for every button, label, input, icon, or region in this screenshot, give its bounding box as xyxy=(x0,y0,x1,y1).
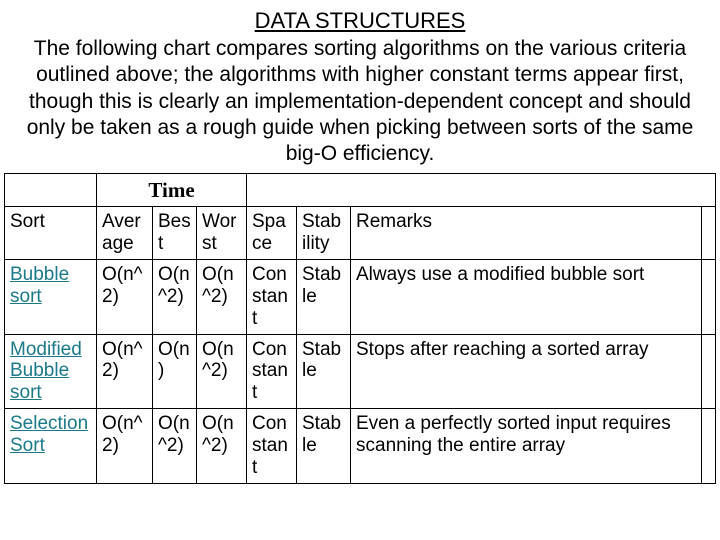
bubble-sort-link[interactable]: Bubble sort xyxy=(10,264,69,307)
best-cell: O(n^2) xyxy=(153,260,197,335)
stability-cell: Stable xyxy=(297,409,351,484)
modified-bubble-sort-link[interactable]: Modified Bubble sort xyxy=(10,339,82,404)
page-title: DATA STRUCTURES xyxy=(4,8,716,34)
col-stability: Stability xyxy=(297,207,351,260)
col-worst: Worst xyxy=(197,207,247,260)
best-cell: O(n) xyxy=(153,334,197,409)
empty-cell xyxy=(702,207,716,260)
sort-name-cell: Bubble sort xyxy=(5,260,97,335)
table-row: Bubble sort O(n^2) O(n^2) O(n^2) Constan… xyxy=(5,260,716,335)
table-row: Modified Bubble sort O(n^2) O(n) O(n^2) … xyxy=(5,334,716,409)
worst-cell: O(n^2) xyxy=(197,409,247,484)
empty-cell xyxy=(702,409,716,484)
space-cell: Constant xyxy=(247,260,297,335)
empty-cell xyxy=(702,260,716,335)
remarks-cell: Always use a modified bubble sort xyxy=(351,260,702,335)
col-average: Average xyxy=(97,207,153,260)
col-remarks: Remarks xyxy=(351,207,702,260)
col-space: Space xyxy=(247,207,297,260)
remarks-cell: Stops after reaching a sorted array xyxy=(351,334,702,409)
table-header-row: Sort Average Best Worst Space Stability … xyxy=(5,207,716,260)
avg-cell: O(n^2) xyxy=(97,409,153,484)
avg-cell: O(n^2) xyxy=(97,334,153,409)
stability-cell: Stable xyxy=(297,260,351,335)
intro-paragraph: The following chart compares sorting alg… xyxy=(8,36,712,167)
sort-comparison-table: Time Sort Average Best Worst Space Stabi… xyxy=(4,173,716,483)
sort-name-cell: Selection Sort xyxy=(5,409,97,484)
worst-cell: O(n^2) xyxy=(197,260,247,335)
best-cell: O(n^2) xyxy=(153,409,197,484)
col-best: Best xyxy=(153,207,197,260)
selection-sort-link[interactable]: Selection Sort xyxy=(10,413,88,456)
empty-cell xyxy=(5,174,97,207)
sort-name-cell: Modified Bubble sort xyxy=(5,334,97,409)
empty-cell xyxy=(702,334,716,409)
stability-cell: Stable xyxy=(297,334,351,409)
space-cell: Constant xyxy=(247,409,297,484)
avg-cell: O(n^2) xyxy=(97,260,153,335)
table-group-row: Time xyxy=(5,174,716,207)
col-sort: Sort xyxy=(5,207,97,260)
table-row: Selection Sort O(n^2) O(n^2) O(n^2) Cons… xyxy=(5,409,716,484)
remarks-cell: Even a perfectly sorted input requires s… xyxy=(351,409,702,484)
space-cell: Constant xyxy=(247,334,297,409)
worst-cell: O(n^2) xyxy=(197,334,247,409)
empty-cell xyxy=(247,174,716,207)
time-group-header: Time xyxy=(97,174,247,207)
